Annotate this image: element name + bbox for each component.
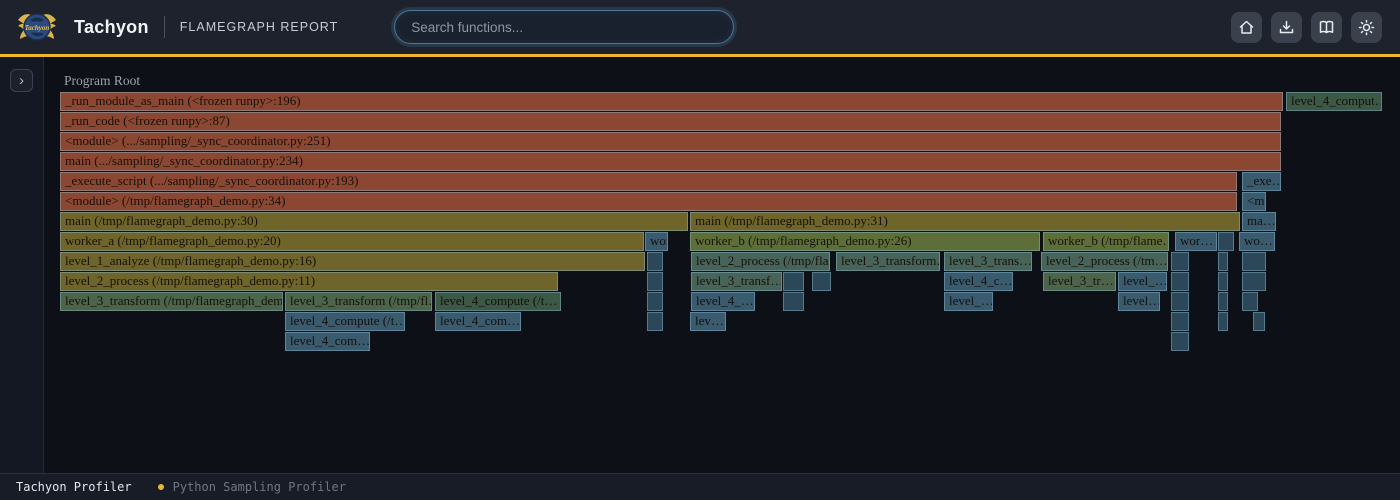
footer-brand: Tachyon Profiler: [16, 480, 132, 494]
flame-bar[interactable]: [647, 272, 663, 291]
flame-bar[interactable]: [1242, 272, 1266, 291]
flame-bar[interactable]: main (.../sampling/_sync_coordinator.py:…: [60, 152, 1281, 171]
flame-bar[interactable]: <module> (.../sampling/_sync_coordinator…: [60, 132, 1281, 151]
flame-bar[interactable]: level_2_process (/tmp/fla…: [691, 252, 830, 271]
flame-bar[interactable]: [1242, 292, 1258, 311]
download-button[interactable]: [1271, 12, 1302, 43]
flame-bar[interactable]: <module> (/tmp/flamegraph_demo.py:34): [60, 192, 1237, 211]
flame-root-label: Program Root: [64, 73, 140, 89]
flame-bar[interactable]: [1218, 232, 1234, 251]
flame-bar[interactable]: level_4_compute (/t…: [435, 292, 561, 311]
flame-bar[interactable]: level_…: [944, 292, 993, 311]
flame-bar[interactable]: worker_a (/tmp/flamegraph_demo.py:20): [60, 232, 644, 251]
flame-bar[interactable]: [1218, 312, 1228, 331]
docs-button[interactable]: [1311, 12, 1342, 43]
flame-bar[interactable]: level_4_comput…: [1286, 92, 1382, 111]
flame-bar[interactable]: main (/tmp/flamegraph_demo.py:31): [690, 212, 1240, 231]
status-bar: Tachyon Profiler Python Sampling Profile…: [0, 473, 1400, 500]
flame-bar[interactable]: level_3_trans…: [944, 252, 1032, 271]
flame-bar[interactable]: [647, 312, 663, 331]
flame-bar[interactable]: ma…: [1242, 212, 1276, 231]
flame-bar[interactable]: level_3_transf…: [691, 272, 782, 291]
flame-bar[interactable]: _execute_script (.../sampling/_sync_coor…: [60, 172, 1237, 191]
flame-bar[interactable]: [647, 292, 663, 311]
theme-button[interactable]: [1351, 12, 1382, 43]
status-dot: [158, 484, 164, 490]
flame-bar[interactable]: wor…: [645, 232, 668, 251]
flame-bar[interactable]: lev…: [690, 312, 726, 331]
flame-bar[interactable]: level_…: [1118, 272, 1167, 291]
flame-bar[interactable]: level_4_com…: [435, 312, 521, 331]
flame-bar[interactable]: level_4_com…: [285, 332, 370, 351]
flame-bar[interactable]: [1253, 312, 1265, 331]
flame-bar[interactable]: level…: [1118, 292, 1160, 311]
flame-bar[interactable]: [812, 272, 831, 291]
flame-bar[interactable]: [1171, 292, 1189, 311]
flame-bar[interactable]: _run_module_as_main (<frozen runpy>:196): [60, 92, 1283, 111]
flame-bar[interactable]: [1171, 252, 1189, 271]
flame-bar[interactable]: level_4_…: [691, 292, 755, 311]
flame-bar[interactable]: [783, 292, 804, 311]
flame-bar[interactable]: [1171, 312, 1189, 331]
logo-text: Tachyon: [25, 24, 50, 32]
flame-bar[interactable]: main (/tmp/flamegraph_demo.py:30): [60, 212, 688, 231]
app-logo-icon: Tachyon: [16, 6, 58, 48]
search-wrap: [394, 10, 734, 44]
flame-bar[interactable]: wor…: [1175, 232, 1217, 251]
flame-bar[interactable]: [1218, 292, 1228, 311]
flame-bar[interactable]: _run_code (<frozen runpy>:87): [60, 112, 1281, 131]
flame-bar[interactable]: [1171, 272, 1189, 291]
search-input[interactable]: [394, 10, 734, 44]
flame-bar[interactable]: level_3_transform…: [836, 252, 940, 271]
app-title: Tachyon: [74, 17, 149, 38]
flame-bar[interactable]: level_4_compute (/t…: [285, 312, 405, 331]
flame-bar[interactable]: [647, 252, 663, 271]
flame-bar[interactable]: worker_b (/tmp/flame…: [1043, 232, 1169, 251]
flame-bar[interactable]: wo…: [1239, 232, 1275, 251]
flame-bar[interactable]: level_3_transform (/tmp/fl…: [285, 292, 432, 311]
flame-bar[interactable]: [1171, 332, 1189, 351]
flame-bar[interactable]: [1242, 252, 1266, 271]
header-divider: [164, 16, 165, 38]
home-icon: [1238, 19, 1255, 36]
main-area: › Program Root _run_module_as_main (<fro…: [0, 57, 1400, 473]
download-icon: [1278, 19, 1295, 36]
header-buttons: [1231, 12, 1382, 43]
flame-bar[interactable]: level_2_process (/tmp/flamegraph_demo.py…: [60, 272, 558, 291]
flame-bar[interactable]: <m…: [1242, 192, 1266, 211]
flame-bar[interactable]: [783, 272, 804, 291]
flamegraph-canvas[interactable]: Program Root _run_module_as_main (<froze…: [0, 57, 1400, 473]
flame-bar[interactable]: level_3_transform (/tmp/flamegraph_dem…: [60, 292, 283, 311]
flame-bar[interactable]: level_4_c…: [944, 272, 1013, 291]
home-button[interactable]: [1231, 12, 1262, 43]
flame-bar[interactable]: level_1_analyze (/tmp/flamegraph_demo.py…: [60, 252, 645, 271]
flame-bar[interactable]: worker_b (/tmp/flamegraph_demo.py:26): [690, 232, 1040, 251]
flame-bar[interactable]: [1218, 272, 1228, 291]
sun-icon: [1358, 19, 1375, 36]
flame-bar[interactable]: [1218, 252, 1228, 271]
flame-bar[interactable]: level_3_tr…: [1043, 272, 1116, 291]
footer-subtitle: Python Sampling Profiler: [173, 480, 346, 494]
flame-bar[interactable]: level_2_process (/tm…: [1041, 252, 1168, 271]
book-icon: [1318, 19, 1335, 36]
header: Tachyon Tachyon FLAMEGRAPH REPORT: [0, 0, 1400, 57]
flame-bar[interactable]: _exe…: [1242, 172, 1281, 191]
report-type-label: FLAMEGRAPH REPORT: [180, 20, 338, 34]
